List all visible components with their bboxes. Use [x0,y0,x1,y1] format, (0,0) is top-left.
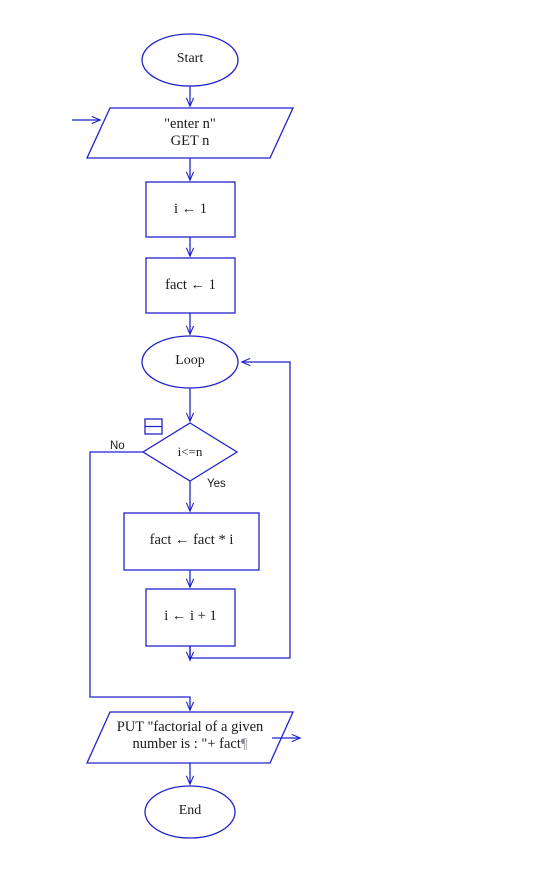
connector-loopback-to-loop [189,362,291,659]
flow-shapes [85,33,295,839]
branch-label-no: No [110,440,125,452]
init-i-node-shape[interactable] [145,181,236,238]
end-node-shape[interactable] [144,785,236,839]
flowchart-canvas: Start "enter n" GET n i ← 1 fact ← 1 Loop… [0,0,545,892]
multiply-node-shape[interactable] [123,512,260,571]
connector-decision-no-to-output [89,451,190,710]
output-node-shape[interactable] [85,711,295,764]
init-fact-node-shape[interactable] [145,257,236,314]
increment-node-shape[interactable] [145,588,236,647]
branch-label-yes: Yes [207,478,226,490]
flow-connectors [72,86,300,784]
start-node-shape[interactable] [141,33,239,87]
input-node-shape[interactable] [85,107,295,159]
flowchart-svg [72,33,545,839]
decision-node-shape[interactable] [141,422,239,482]
loop-node-shape[interactable] [141,335,239,389]
